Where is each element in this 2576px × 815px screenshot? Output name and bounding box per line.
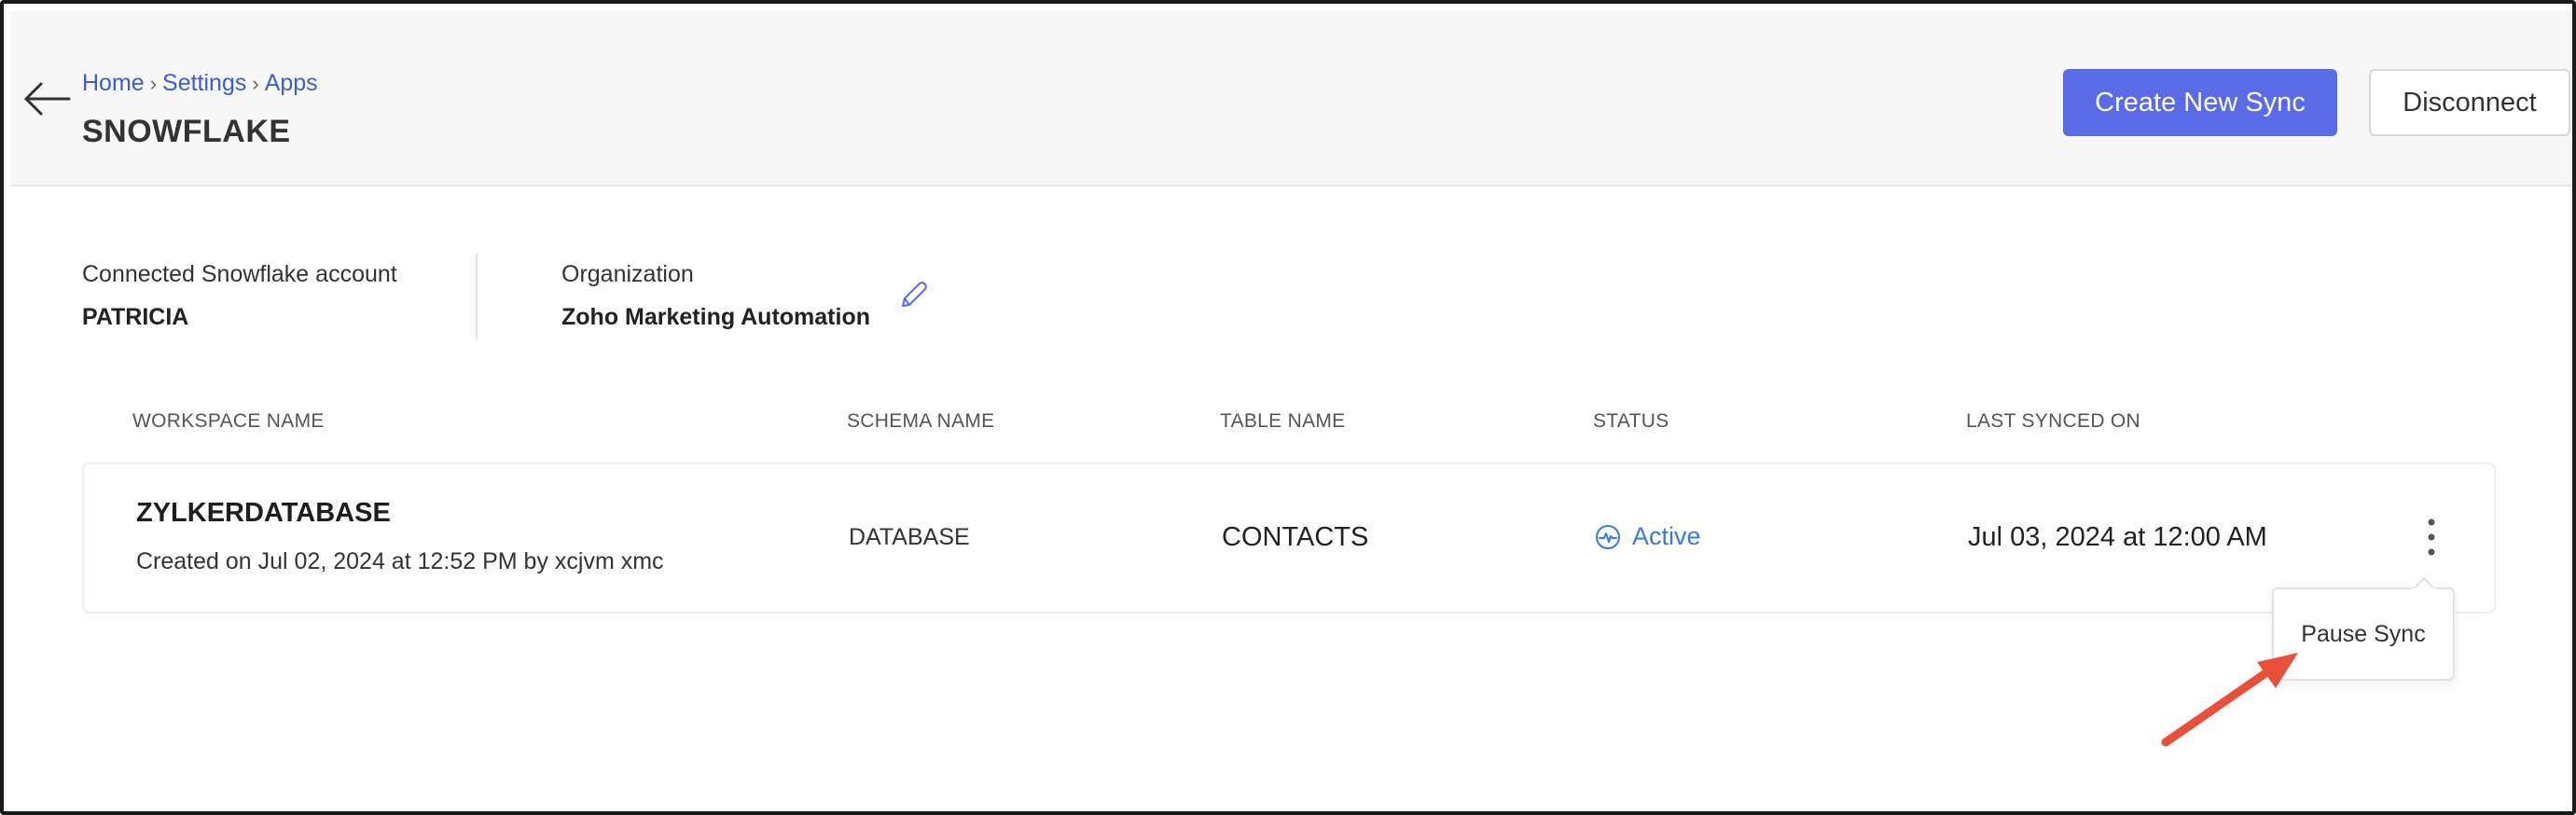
arrow-left-icon[interactable] xyxy=(21,78,73,119)
column-header-table: TABLE NAME xyxy=(1220,410,1346,432)
workspace-name: ZYLKERDATABASE xyxy=(136,498,391,528)
vertical-dots-icon[interactable] xyxy=(2417,513,2445,561)
column-header-schema: SCHEMA NAME xyxy=(847,410,995,432)
table-name: CONTACTS xyxy=(1222,522,1369,552)
app-window: Home › Settings › Apps SNOWFLAKE Create New … xyxy=(0,0,2576,815)
breadcrumb-home[interactable]: Home xyxy=(82,70,145,96)
organization-value: Zoho Marketing Automation xyxy=(561,304,870,330)
info-divider xyxy=(476,254,478,339)
page-header: Home › Settings › Apps SNOWFLAKE Create New … xyxy=(11,11,2572,186)
row-actions-menu: Pause Sync xyxy=(2272,587,2455,681)
breadcrumb-separator: › xyxy=(252,72,259,95)
column-header-status: STATUS xyxy=(1593,410,1669,432)
disconnect-button[interactable]: Disconnect xyxy=(2369,69,2570,136)
column-header-workspace: WORKSPACE NAME xyxy=(132,410,325,432)
organization-label: Organization xyxy=(561,261,694,287)
status-badge: Active xyxy=(1595,522,1701,551)
connected-account-label: Connected Snowflake account xyxy=(82,261,397,287)
breadcrumb-apps[interactable]: Apps xyxy=(265,70,318,96)
breadcrumb: Home › Settings › Apps xyxy=(82,69,318,98)
create-new-sync-button[interactable]: Create New Sync xyxy=(2063,69,2337,136)
table-row: ZYLKERDATABASE Created on Jul 02, 2024 a… xyxy=(82,463,2496,614)
workspace-created-info: Created on Jul 02, 2024 at 12:52 PM by x… xyxy=(136,548,664,574)
activity-pulse-icon xyxy=(1596,524,1620,549)
breadcrumb-settings[interactable]: Settings xyxy=(162,70,246,96)
pause-sync-menu-item[interactable]: Pause Sync xyxy=(2274,589,2453,679)
pencil-icon[interactable] xyxy=(897,280,929,311)
connected-account-value: PATRICIA xyxy=(82,304,189,330)
column-header-last-synced: LAST SYNCED ON xyxy=(1966,410,2141,432)
last-synced-on: Jul 03, 2024 at 12:00 AM xyxy=(1968,522,2267,552)
status-text: Active xyxy=(1632,522,1701,550)
schema-name: DATABASE xyxy=(849,524,970,550)
breadcrumb-separator: › xyxy=(149,72,158,95)
page-title: SNOWFLAKE xyxy=(82,114,291,149)
